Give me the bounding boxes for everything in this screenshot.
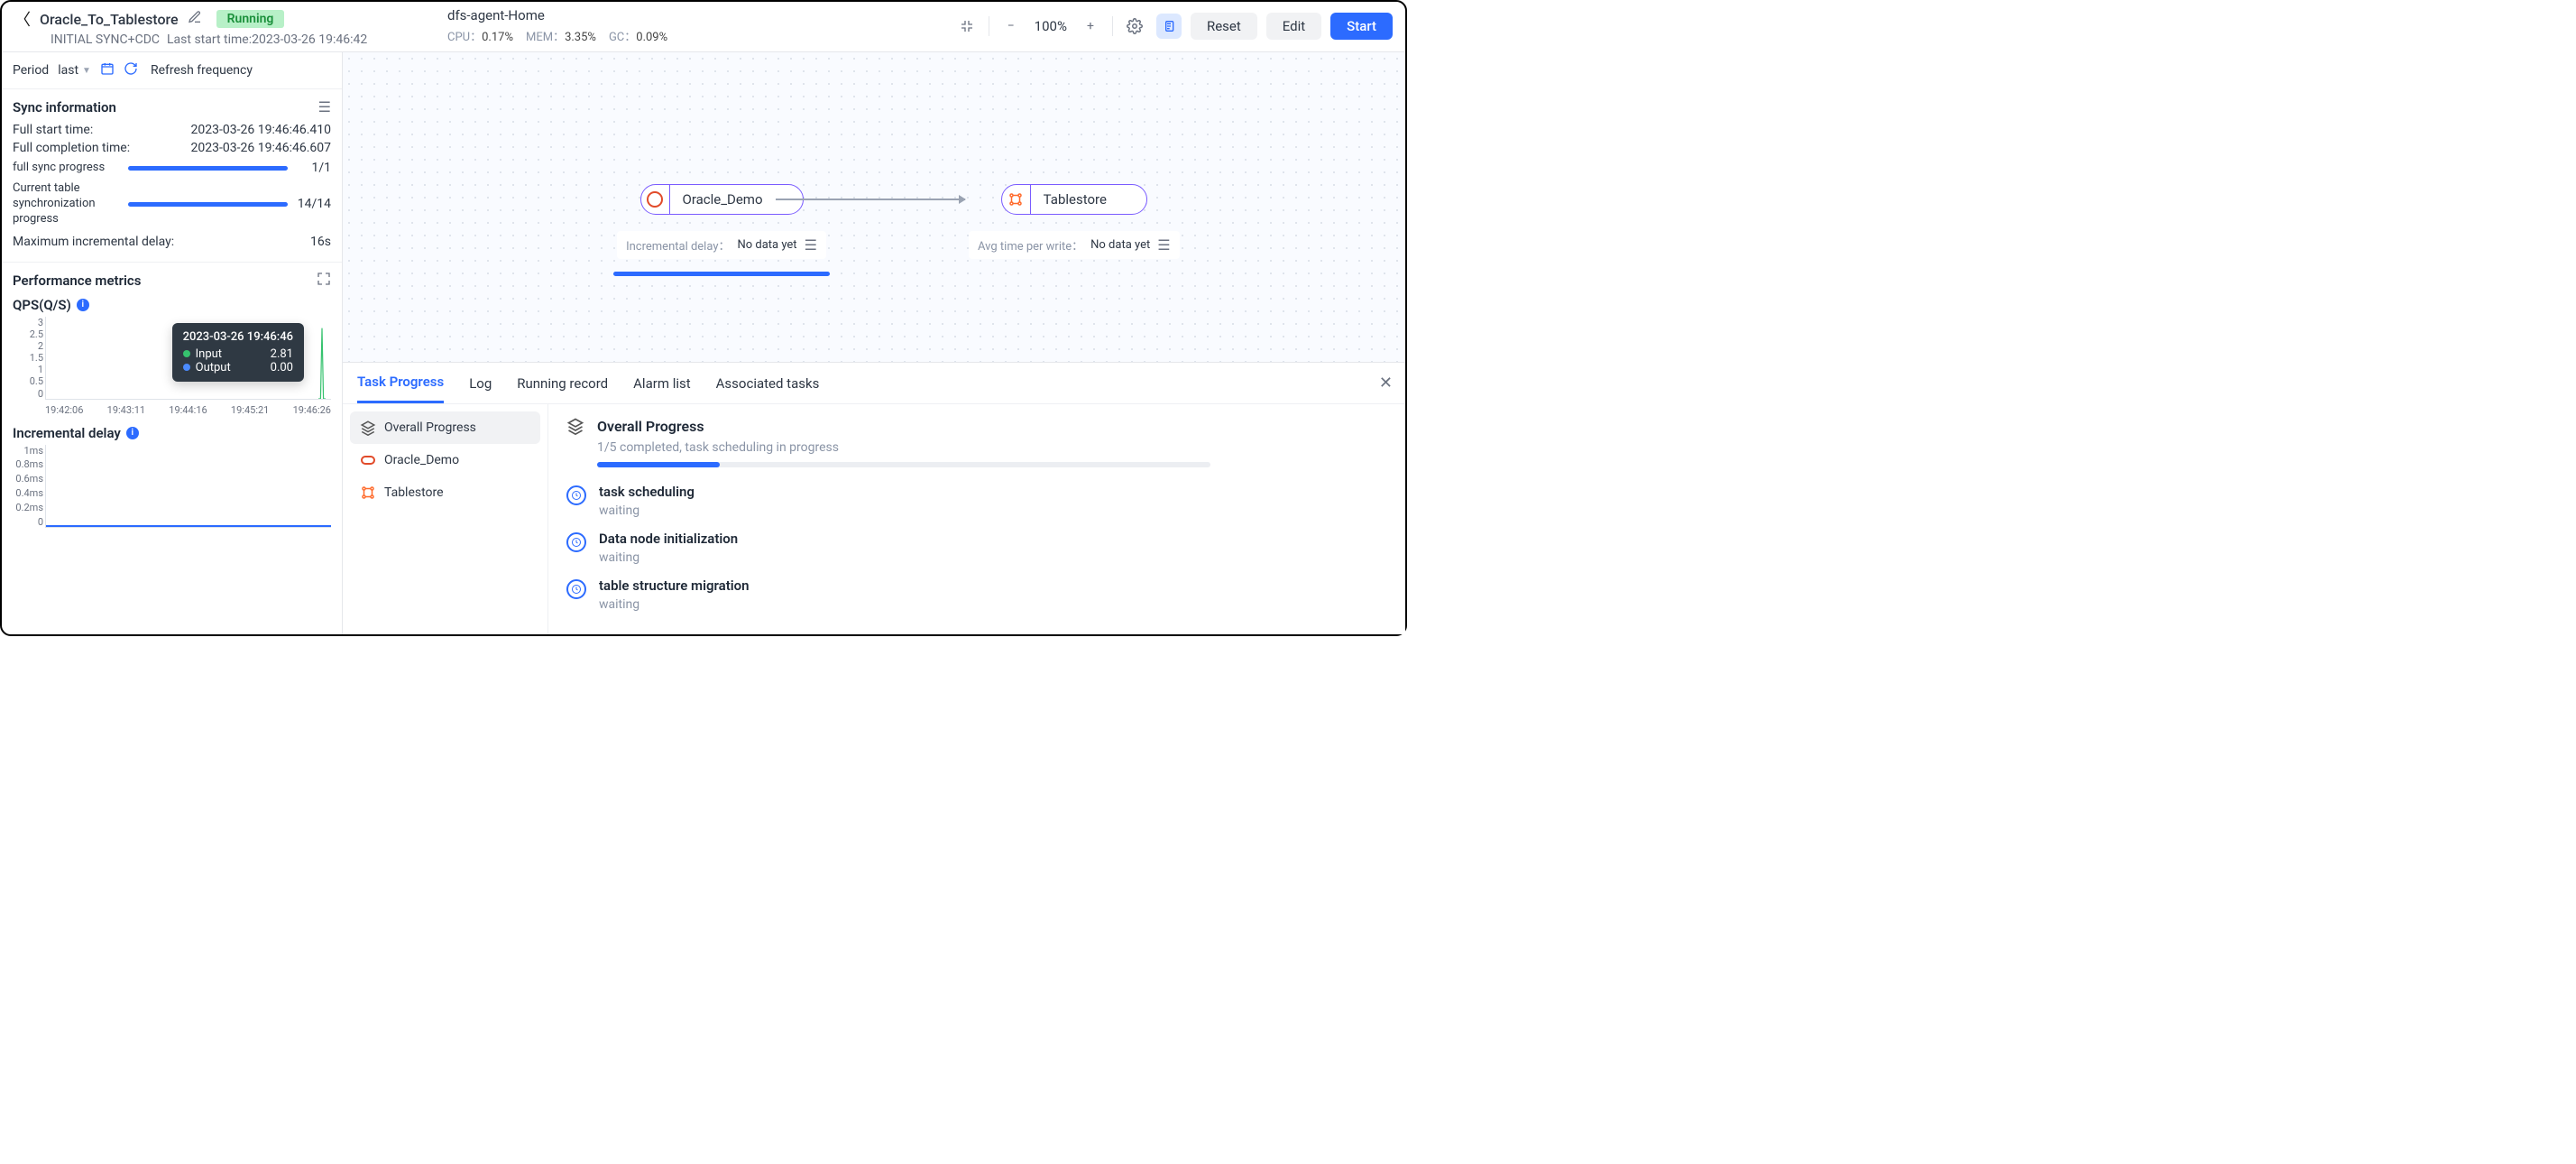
- reset-button[interactable]: Reset: [1191, 13, 1257, 40]
- qps-spike: [318, 325, 326, 399]
- list-icon[interactable]: ☰: [318, 98, 331, 115]
- sync-mode: INITIAL SYNC+CDC: [51, 32, 160, 47]
- step-item: table structure migrationwaiting: [566, 577, 1387, 612]
- tab-log[interactable]: Log: [469, 365, 492, 402]
- tree-overall[interactable]: Overall Progress: [350, 411, 540, 444]
- table-progress-bar: [128, 202, 288, 207]
- pipeline-canvas[interactable]: Oracle_Demo Incremental delay： No data y…: [343, 52, 1405, 362]
- gc-stat: GC：0.09%: [609, 27, 667, 44]
- settings-icon[interactable]: [1122, 14, 1147, 39]
- clipboard-icon[interactable]: [1156, 14, 1182, 39]
- oracle-icon: [359, 451, 377, 469]
- page-title: Oracle_To_Tablestore: [40, 11, 179, 28]
- info-icon[interactable]: i: [77, 299, 89, 311]
- refresh-freq-label: Refresh frequency: [151, 63, 253, 78]
- tab-running-record[interactable]: Running record: [517, 365, 608, 402]
- list-icon[interactable]: ☰: [805, 236, 817, 254]
- stack-icon: [359, 419, 377, 437]
- period-label: Period: [13, 63, 49, 78]
- zoom-out-icon[interactable]: −: [998, 14, 1024, 39]
- mem-stat: MEM：3.35%: [526, 27, 596, 44]
- full-start-value: 2023-03-26 19:46:46.410: [191, 123, 331, 137]
- oracle-icon: [641, 185, 670, 214]
- overall-progress-sub: 1/5 completed, task scheduling in progre…: [597, 440, 1387, 455]
- clock-icon: [566, 532, 586, 552]
- start-button[interactable]: Start: [1330, 13, 1393, 40]
- delay-line: [46, 525, 331, 527]
- clock-icon: [566, 485, 586, 505]
- perf-title: Performance metrics: [13, 273, 141, 289]
- delay-chart: Incremental delayi 1ms 0.8ms 0.6ms 0.4ms…: [13, 425, 331, 544]
- close-icon[interactable]: ✕: [1379, 374, 1393, 393]
- rename-icon[interactable]: [188, 10, 202, 28]
- full-progress-label: full sync progress: [13, 161, 121, 176]
- full-progress-value: 1/1: [295, 161, 331, 175]
- target-node[interactable]: Tablestore Avg time per write： No data y…: [969, 184, 1180, 259]
- tab-associated-tasks[interactable]: Associated tasks: [716, 365, 820, 402]
- agent-name: dfs-agent-Home: [447, 7, 954, 23]
- cpu-stat: CPU：0.17%: [447, 27, 513, 44]
- max-delay-value: 16s: [310, 235, 331, 249]
- step-item: Data node initializationwaiting: [566, 531, 1387, 565]
- table-progress-label: Current table synchronization progress: [13, 181, 121, 227]
- last-start: Last start time:2023-03-26 19:46:42: [167, 32, 367, 47]
- step-item: task schedulingwaiting: [566, 484, 1387, 518]
- expand-icon[interactable]: [317, 272, 331, 290]
- max-delay-label: Maximum incremental delay:: [13, 235, 174, 249]
- tablestore-icon: [359, 484, 377, 502]
- source-progress-bar: [613, 272, 830, 276]
- status-badge: Running: [216, 10, 285, 28]
- refresh-icon[interactable]: [124, 61, 138, 79]
- tablestore-icon: [1002, 185, 1031, 214]
- edit-button[interactable]: Edit: [1266, 13, 1321, 40]
- full-end-label: Full completion time:: [13, 141, 130, 155]
- qps-chart: QPS(Q/S)i 3 2.5 2 1.5 1 0.5 0: [13, 297, 331, 416]
- info-icon[interactable]: i: [126, 427, 139, 439]
- tab-task-progress[interactable]: Task Progress: [357, 363, 444, 403]
- list-icon[interactable]: ☰: [1157, 236, 1170, 254]
- overall-progress-title: Overall Progress: [597, 418, 704, 435]
- full-progress-bar: [128, 166, 288, 171]
- zoom-in-icon[interactable]: +: [1078, 14, 1103, 39]
- source-stat: Incremental delay： No data yet ☰: [617, 231, 826, 259]
- target-stat: Avg time per write： No data yet ☰: [969, 231, 1180, 259]
- full-end-value: 2023-03-26 19:46:46.607: [191, 141, 331, 155]
- full-start-label: Full start time:: [13, 123, 93, 137]
- edge-arrow: [776, 199, 965, 200]
- table-progress-value: 14/14: [295, 197, 331, 211]
- tab-alarm-list[interactable]: Alarm list: [633, 365, 691, 402]
- clock-icon: [566, 579, 586, 599]
- period-select[interactable]: last▼: [58, 63, 91, 78]
- tree-oracle[interactable]: Oracle_Demo: [350, 444, 540, 476]
- chart-tooltip: 2023-03-26 19:46:46 Input2.81 Output0.00: [172, 323, 304, 382]
- divider: [1112, 16, 1113, 36]
- back-icon[interactable]: 〈: [14, 7, 31, 31]
- stack-icon: [566, 417, 584, 435]
- tree-tablestore[interactable]: Tablestore: [350, 476, 540, 509]
- overall-progress-bar: [597, 462, 1210, 467]
- fullscreen-exit-icon[interactable]: [954, 14, 980, 39]
- zoom-value: 100%: [1035, 18, 1067, 34]
- sync-info-title: Sync information: [13, 99, 116, 115]
- calendar-icon[interactable]: [100, 61, 115, 79]
